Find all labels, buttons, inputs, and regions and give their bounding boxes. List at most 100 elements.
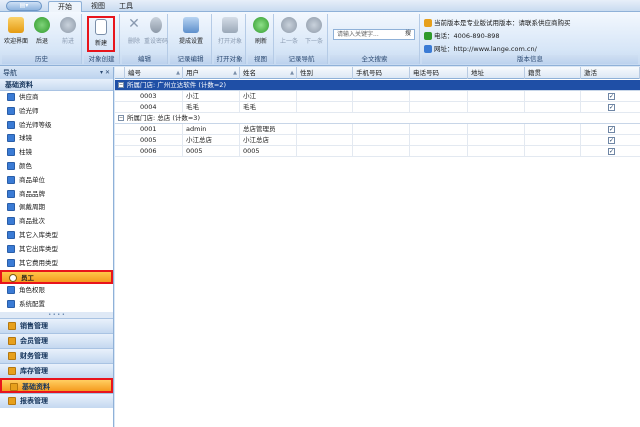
collapse-icon[interactable]: − xyxy=(118,82,124,88)
nav-item[interactable]: 其它出库类型 xyxy=(0,243,113,257)
cell-empty[interactable] xyxy=(353,124,410,135)
column-header[interactable]: 籍贯 xyxy=(525,67,581,79)
cell-empty[interactable] xyxy=(468,146,525,157)
cell-user[interactable]: 小江 xyxy=(183,91,240,102)
cell-user[interactable]: admin xyxy=(183,124,240,135)
back-button[interactable]: 后退 xyxy=(30,16,54,52)
column-header[interactable]: 激活 xyxy=(581,67,640,79)
cell-empty[interactable] xyxy=(468,91,525,102)
cell-name[interactable]: 小江 xyxy=(240,91,297,102)
next-record-button[interactable]: 下一条 xyxy=(302,16,326,52)
cell-empty[interactable] xyxy=(468,102,525,113)
cell-empty[interactable] xyxy=(525,91,581,102)
nav-item[interactable]: 供应商 xyxy=(0,91,113,105)
cell-name[interactable]: 总店管理员 xyxy=(240,124,297,135)
cell-empty[interactable] xyxy=(468,135,525,146)
cell-empty[interactable] xyxy=(525,135,581,146)
cell-empty[interactable] xyxy=(410,102,468,113)
cell-name[interactable]: 小江总店 xyxy=(240,135,297,146)
welcome-button[interactable]: 欢迎界面 xyxy=(4,16,28,52)
column-header[interactable]: 电话号码 xyxy=(410,67,468,79)
active-checkbox[interactable]: ✓ xyxy=(608,104,615,111)
cell-empty[interactable] xyxy=(410,124,468,135)
nav-item[interactable]: 其它入库类型 xyxy=(0,229,113,243)
cell-empty[interactable] xyxy=(525,146,581,157)
forward-button[interactable]: 前进 xyxy=(56,16,80,52)
cell-name[interactable]: 0005 xyxy=(240,146,297,157)
nav-item[interactable]: 员工 xyxy=(0,270,113,285)
tab-start[interactable]: 开始 xyxy=(48,1,82,12)
nav-item[interactable]: 验光师等级 xyxy=(0,119,113,133)
app-menu-button[interactable]: ▤▾ xyxy=(6,1,42,11)
cell-empty[interactable] xyxy=(297,102,353,113)
nav-item[interactable]: 商品批次 xyxy=(0,215,113,229)
cell-id[interactable]: 0005 xyxy=(137,135,183,146)
nav-item[interactable]: 柱镜 xyxy=(0,146,113,160)
cell-empty[interactable] xyxy=(297,146,353,157)
nav-item[interactable]: 角色权限 xyxy=(0,284,113,298)
cell-id[interactable]: 0004 xyxy=(137,102,183,113)
nav-module-button[interactable]: 基础资料 xyxy=(0,377,113,393)
group-row[interactable]: − 所属门店: 广州立达软件 (计数=2) xyxy=(115,80,640,91)
nav-item[interactable]: 验光师 xyxy=(0,105,113,119)
cell-user[interactable]: 小江总店 xyxy=(183,135,240,146)
cell-name[interactable]: 毛毛 xyxy=(240,102,297,113)
submit-settings-button[interactable]: 提成设置 xyxy=(179,16,203,52)
cell-empty[interactable] xyxy=(525,102,581,113)
open-object-button[interactable]: 打开对象 xyxy=(218,16,242,52)
nav-item[interactable]: 球镜 xyxy=(0,132,113,146)
table-row[interactable]: 0003 小江 小江 ✓ xyxy=(115,91,640,102)
cell-empty[interactable] xyxy=(353,135,410,146)
active-checkbox[interactable]: ✓ xyxy=(608,148,615,155)
cell-empty[interactable] xyxy=(468,124,525,135)
table-row[interactable]: 0005 小江总店 小江总店 ✓ xyxy=(115,135,640,146)
column-header[interactable]: 地址 xyxy=(468,67,525,79)
cell-empty[interactable] xyxy=(353,91,410,102)
active-checkbox[interactable]: ✓ xyxy=(608,126,615,133)
nav-item[interactable]: 佩戴周期 xyxy=(0,201,113,215)
column-header[interactable]: 性别 xyxy=(297,67,353,79)
cell-empty[interactable] xyxy=(297,135,353,146)
cell-user[interactable]: 毛毛 xyxy=(183,102,240,113)
column-header[interactable]: 编号 ▲ xyxy=(125,67,183,79)
tab-tools[interactable]: 工具 xyxy=(110,1,142,12)
cell-empty[interactable] xyxy=(353,102,410,113)
reset-password-button[interactable]: 重设密码 xyxy=(144,16,168,52)
nav-item[interactable]: 商品品牌 xyxy=(0,188,113,202)
cell-empty[interactable] xyxy=(297,91,353,102)
nav-module-button[interactable]: 财务管理 xyxy=(0,347,113,363)
cell-empty[interactable] xyxy=(297,124,353,135)
nav-module-button[interactable]: 销售管理 xyxy=(0,317,113,333)
column-header[interactable]: 用户 ▲ xyxy=(183,67,240,79)
group-row[interactable]: − 所属门店: 总店 (计数=3) xyxy=(115,113,640,124)
cell-empty[interactable] xyxy=(410,91,468,102)
delete-button[interactable]: ✕ 删除 xyxy=(122,16,146,52)
active-checkbox[interactable]: ✓ xyxy=(608,93,615,100)
table-row[interactable]: 0006 0005 0005 ✓ xyxy=(115,146,640,157)
nav-item[interactable]: 其它费用类型 xyxy=(0,257,113,271)
cell-empty[interactable] xyxy=(525,124,581,135)
cell-id[interactable]: 0003 xyxy=(137,91,183,102)
nav-item[interactable]: 颜色 xyxy=(0,160,113,174)
search-button[interactable]: 搜 xyxy=(401,29,415,40)
table-row[interactable]: 0004 毛毛 毛毛 ✓ xyxy=(115,102,640,113)
cell-id[interactable]: 0006 xyxy=(137,146,183,157)
nav-panel-controls[interactable]: ▾ ✕ xyxy=(100,67,110,79)
cell-id[interactable]: 0001 xyxy=(137,124,183,135)
new-button[interactable]: 新建 xyxy=(87,16,115,52)
collapse-icon[interactable]: − xyxy=(118,115,124,121)
active-checkbox[interactable]: ✓ xyxy=(608,137,615,144)
cell-empty[interactable] xyxy=(353,146,410,157)
nav-item[interactable]: 系统配置 xyxy=(0,298,113,312)
column-header[interactable]: 手机号码 xyxy=(353,67,410,79)
nav-module-button[interactable]: 会员管理 xyxy=(0,332,113,348)
nav-item[interactable]: 商品单位 xyxy=(0,174,113,188)
table-row[interactable]: 0001 admin 总店管理员 ✓ xyxy=(115,124,640,135)
prev-record-button[interactable]: 上一条 xyxy=(277,16,301,52)
cell-empty[interactable] xyxy=(410,135,468,146)
nav-module-button[interactable]: 库存管理 xyxy=(0,362,113,378)
cell-empty[interactable] xyxy=(410,146,468,157)
nav-module-button[interactable]: 报表管理 xyxy=(0,392,113,408)
cell-user[interactable]: 0005 xyxy=(183,146,240,157)
column-header[interactable]: 姓名 ▲ xyxy=(240,67,297,79)
